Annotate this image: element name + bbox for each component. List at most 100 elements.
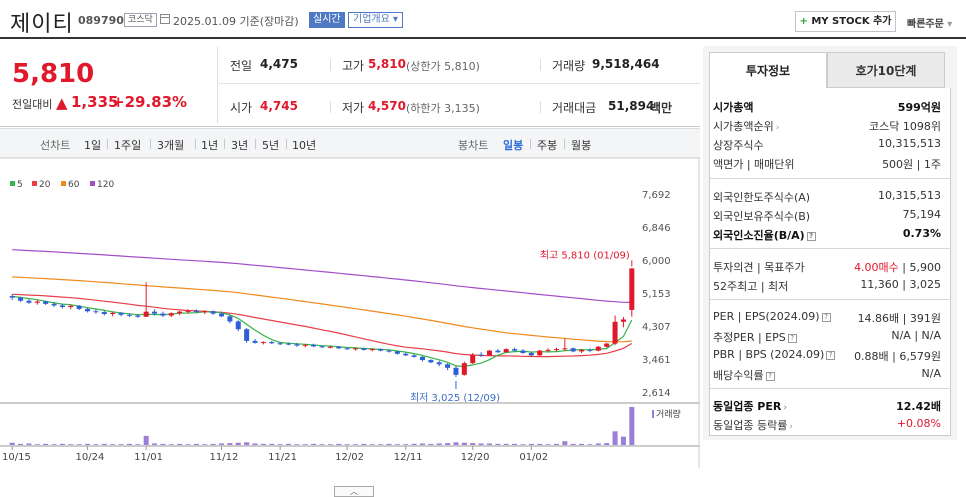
price-chart[interactable]: 5 20 60 120 7,692 6,846 6,000 5,153 4,307 3,461 2…	[0, 158, 700, 497]
candle-body	[570, 348, 576, 352]
candle-body	[545, 349, 551, 351]
candle-body	[9, 296, 15, 298]
collapse-chart-button[interactable]: ︿	[334, 486, 374, 497]
volume-bar	[369, 444, 375, 445]
divider	[217, 47, 218, 123]
candle-body	[202, 311, 208, 313]
period-monthly[interactable]: 월봉	[571, 137, 591, 153]
plus-icon: +	[799, 16, 808, 27]
candle-body	[361, 348, 367, 350]
dividend-value: N/A	[921, 367, 941, 380]
reference-date: 2025.01.09 기준(장마감)	[173, 15, 299, 28]
candle-body	[411, 355, 417, 357]
candle-body	[562, 348, 568, 350]
add-my-stock-button[interactable]: + MY STOCK 추가	[795, 11, 896, 32]
candle-body	[269, 342, 275, 344]
volume-bar	[9, 442, 15, 445]
volume-bar	[327, 444, 333, 445]
candle-body	[327, 346, 333, 348]
volume-bar	[269, 443, 275, 445]
candle-body	[302, 344, 308, 346]
candle-body	[612, 321, 618, 344]
candle-body	[193, 310, 199, 313]
quick-order-button[interactable]: 빠른주문 ▾	[907, 15, 952, 30]
low-annotation: 최저 3,025 (12/09)	[410, 392, 500, 404]
candle-body	[118, 312, 124, 315]
y-tick-label: 2,614	[642, 388, 671, 399]
lower-limit-note: (하한가 3,135)	[406, 102, 480, 115]
volume-bar	[528, 443, 534, 445]
candle-body	[495, 350, 501, 353]
candle-body	[587, 349, 593, 351]
x-tick-label: 10/15	[2, 452, 31, 463]
volume-value: 9,518,464	[592, 57, 660, 71]
volume-bar	[319, 444, 325, 445]
volume-bar	[235, 442, 241, 445]
volume-bar	[411, 443, 417, 445]
volume-bar	[143, 435, 149, 445]
volume-bar	[210, 443, 216, 445]
candle-body	[512, 349, 518, 351]
volume-bar	[520, 444, 526, 445]
realtime-button[interactable]: 실시간	[309, 12, 345, 28]
legend-swatch	[61, 181, 66, 186]
x-tick-label: 11/21	[268, 452, 297, 463]
foreign-hold-label: 외국인보유주식수(B)	[713, 210, 811, 223]
candle-body	[235, 321, 241, 330]
y-tick-label: 7,692	[642, 190, 671, 201]
period-1d[interactable]: 1일	[84, 137, 101, 153]
candle-body	[76, 305, 82, 309]
volume-bar	[277, 444, 283, 445]
candle-body	[18, 297, 24, 301]
candle-body	[219, 313, 225, 317]
period-1y[interactable]: 1년	[201, 137, 218, 153]
candle-body	[537, 350, 543, 356]
period-5y[interactable]: 5년	[262, 137, 279, 153]
candle-body	[126, 314, 132, 316]
period-10y[interactable]: 10년	[292, 137, 316, 153]
candle-chart-label[interactable]: 봉차트	[458, 137, 488, 153]
volume-bar	[202, 444, 208, 445]
tab-order-book[interactable]: 호가10단계	[827, 52, 945, 88]
cap-rank-label[interactable]: 시가총액순위 ›	[713, 118, 779, 134]
x-tick-label: 01/02	[519, 452, 548, 463]
candle-body	[394, 351, 400, 354]
candle-body	[620, 319, 626, 322]
volume-bar	[620, 436, 626, 445]
change-rate: +29.83%	[112, 93, 188, 111]
candle-body	[26, 300, 32, 303]
y-tick-label: 3,461	[642, 355, 671, 366]
period-3y[interactable]: 3년	[231, 137, 248, 153]
help-icon: ?	[787, 333, 797, 343]
sector-per-label[interactable]: 동일업종 PER ›	[713, 398, 787, 414]
x-tick-label: 11/12	[210, 452, 239, 463]
volume-bar	[595, 443, 601, 445]
legend-label: 5	[17, 180, 23, 190]
pbr-label: PBR | BPS (2024.09)?	[713, 348, 836, 361]
low-label: 저가	[342, 101, 365, 115]
week52-label: 52주최고 | 최저	[713, 280, 789, 293]
foreign-limit-value: 10,315,513	[878, 189, 941, 202]
tab-investment-info[interactable]: 투자정보	[709, 52, 827, 88]
period-daily[interactable]: 일봉	[503, 137, 523, 153]
foreign-hold-value: 75,194	[902, 208, 942, 221]
volume-bar	[227, 443, 233, 445]
candle-body	[428, 360, 434, 363]
period-3m[interactable]: 3개월	[157, 137, 184, 153]
x-tick-label: 12/11	[394, 452, 423, 463]
week52-value: 11,360 | 3,025	[860, 278, 941, 291]
stock-header: 제이티 089790 코스닥 2025.01.09 기준(장마감) 실시간 기업…	[0, 0, 966, 39]
sector-rate-label[interactable]: 동일업종 등락률 ›	[713, 417, 793, 433]
volume-bar	[486, 443, 492, 445]
volume-bar	[185, 444, 191, 445]
candle-body	[436, 362, 442, 365]
company-overview-button[interactable]: 기업개요 ▾	[348, 12, 404, 28]
period-weekly[interactable]: 주봉	[537, 137, 557, 153]
candle-body	[277, 343, 283, 345]
volume-bar	[43, 443, 49, 445]
candle-body	[386, 350, 392, 352]
candle-body	[319, 346, 325, 348]
y-tick-label: 6,846	[642, 223, 671, 234]
period-1w[interactable]: 1주일	[114, 137, 141, 153]
line-chart-label[interactable]: 선차트	[40, 137, 70, 153]
